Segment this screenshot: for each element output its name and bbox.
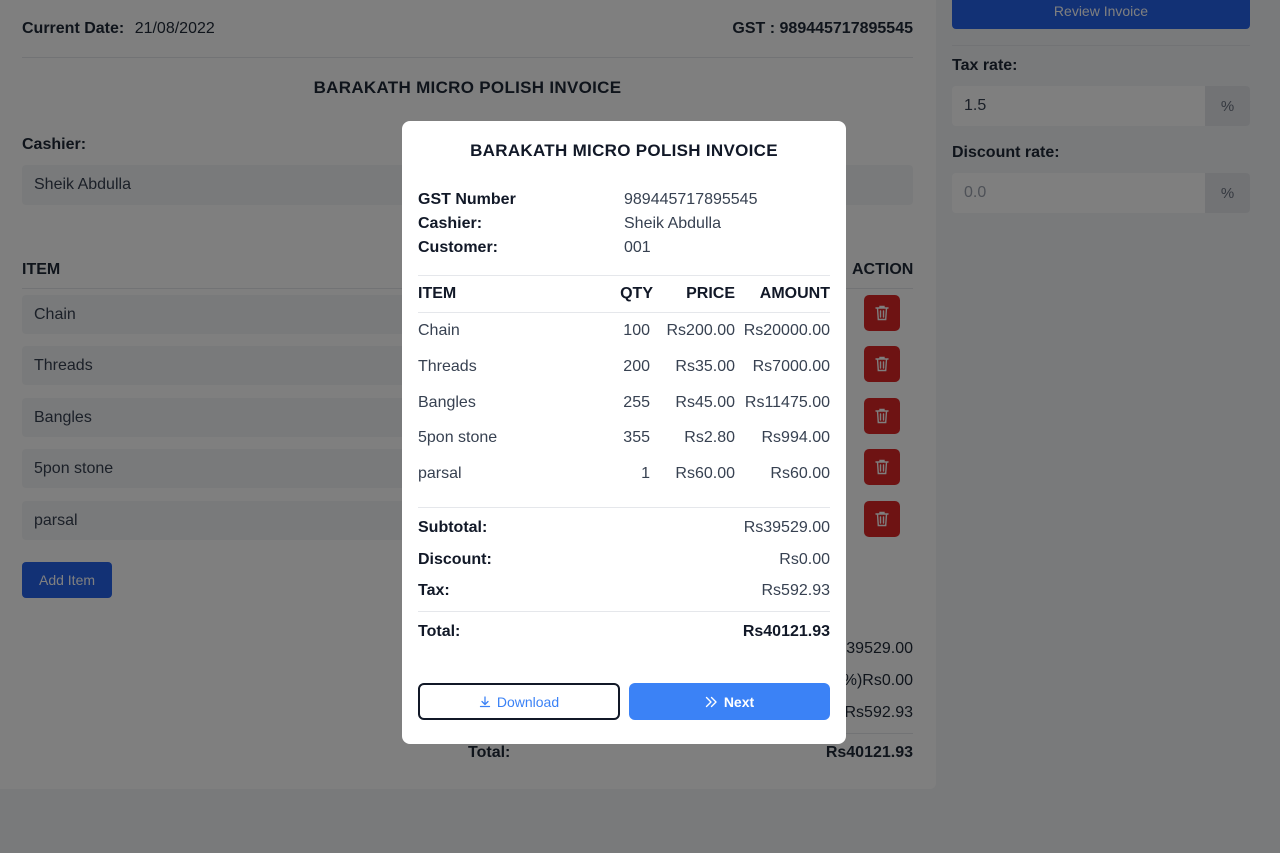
- modal-tax-row: Tax: Rs592.93: [418, 582, 830, 600]
- divider: [418, 507, 830, 508]
- price-cell: Rs2.80: [684, 429, 735, 446]
- qty-header: QTY: [620, 285, 653, 302]
- cashier-value: Sheik Abdulla: [624, 215, 721, 232]
- double-chevron-right-icon: [705, 696, 717, 707]
- download-button[interactable]: Download: [418, 683, 620, 720]
- gst-value: 989445717895545: [624, 191, 758, 208]
- tax-value: Rs592.93: [761, 582, 831, 599]
- gst-label: GST Number: [418, 191, 516, 208]
- item-cell: Threads: [418, 358, 477, 375]
- total-value: Rs40121.93: [742, 623, 830, 640]
- next-button[interactable]: Next: [629, 683, 830, 720]
- modal-title: BARAKATH MICRO POLISH INVOICE: [470, 141, 778, 160]
- price-cell: Rs45.00: [675, 394, 735, 411]
- download-icon: [479, 695, 491, 707]
- amount-cell: Rs994.00: [761, 429, 831, 446]
- price-header: PRICE: [686, 285, 735, 302]
- gst-row: GST Number 989445717895545: [418, 191, 830, 209]
- total-label: Total:: [418, 623, 461, 640]
- price-cell: Rs35.00: [675, 358, 735, 375]
- modal-discount-row: Discount: Rs0.00: [418, 551, 830, 569]
- modal-total-row: Total: Rs40121.93: [418, 623, 830, 641]
- subtotal-label: Subtotal:: [418, 519, 488, 536]
- customer-row: Customer: 001: [418, 239, 830, 257]
- cashier-label: Cashier:: [418, 215, 483, 232]
- modal-subtotal-row: Subtotal: Rs39529.00: [418, 519, 830, 537]
- subtotal-value: Rs39529.00: [743, 519, 830, 536]
- amount-cell: Rs7000.00: [752, 358, 830, 375]
- item-header: ITEM: [418, 285, 457, 302]
- cashier-row: Cashier: Sheik Abdulla: [418, 215, 830, 233]
- discount-label: Discount:: [418, 551, 492, 568]
- price-cell: Rs200.00: [666, 322, 736, 339]
- qty-cell: 200: [623, 358, 650, 375]
- amount-header: AMOUNT: [759, 285, 830, 302]
- qty-cell: 100: [623, 322, 650, 339]
- divider: [418, 312, 830, 313]
- amount-cell: Rs60.00: [770, 465, 830, 482]
- next-label: Next: [723, 693, 755, 710]
- customer-value: 001: [624, 239, 651, 256]
- discount-value: Rs0.00: [779, 551, 830, 568]
- divider: [418, 275, 830, 276]
- tax-label: Tax:: [418, 582, 450, 599]
- item-cell: Bangles: [418, 394, 476, 411]
- item-cell: parsal: [418, 465, 462, 482]
- customer-label: Customer:: [418, 239, 499, 256]
- amount-cell: Rs20000.00: [743, 322, 830, 339]
- item-cell: Chain: [418, 322, 460, 339]
- price-cell: Rs60.00: [675, 465, 735, 482]
- download-label: Download: [496, 693, 560, 710]
- qty-cell: 1: [641, 465, 650, 482]
- invoice-preview-modal: BARAKATH MICRO POLISH INVOICE GST Number…: [402, 121, 846, 744]
- item-cell: 5pon stone: [418, 429, 498, 446]
- divider: [418, 611, 830, 612]
- amount-cell: Rs11475.00: [744, 394, 830, 411]
- qty-cell: 255: [623, 394, 650, 411]
- qty-cell: 355: [623, 429, 650, 446]
